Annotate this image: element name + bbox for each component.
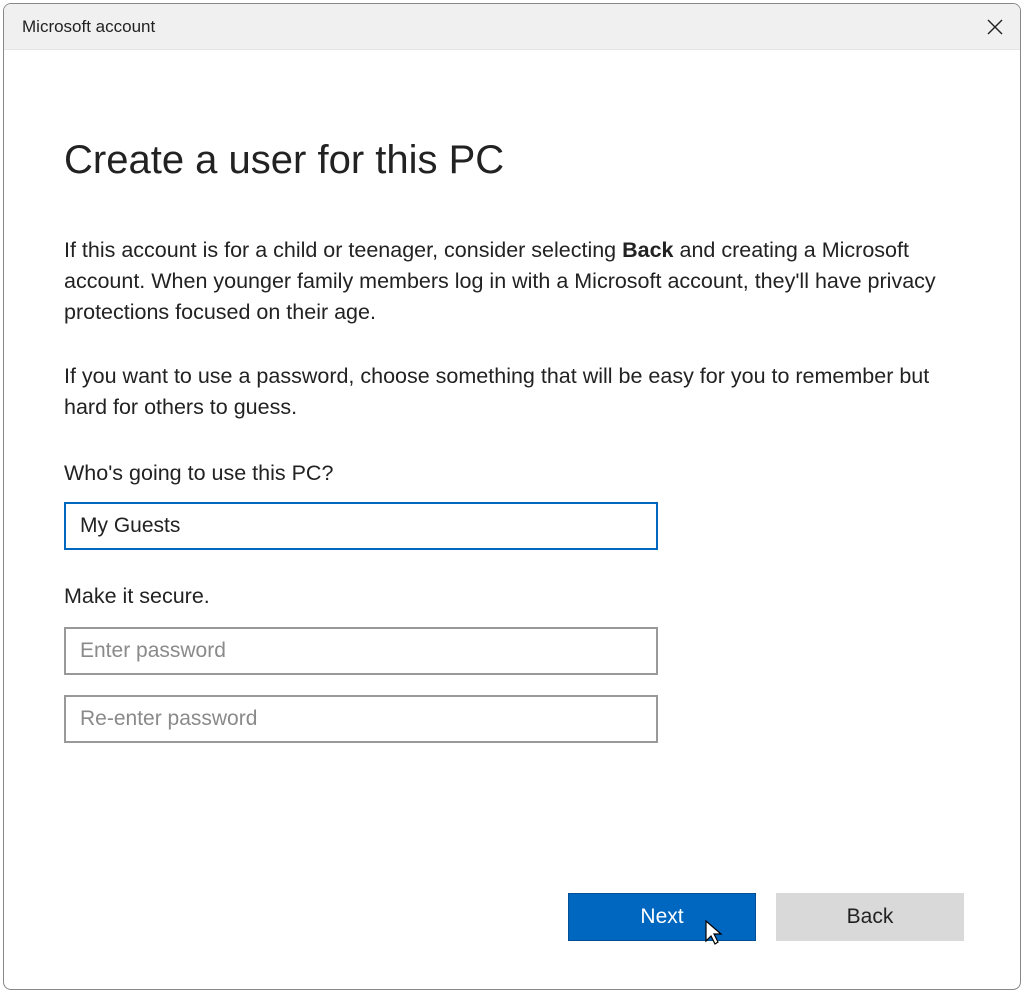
intro-paragraph: If this account is for a child or teenag… <box>64 235 960 329</box>
close-button[interactable] <box>970 4 1020 50</box>
dialog-window: Microsoft account Create a user for this… <box>3 3 1021 990</box>
confirm-password-input[interactable] <box>64 695 658 743</box>
intro-text-pre: If this account is for a child or teenag… <box>64 238 622 262</box>
dialog-content: Create a user for this PC If this accoun… <box>4 50 1020 989</box>
intro-text-bold: Back <box>622 238 673 262</box>
username-label: Who's going to use this PC? <box>64 461 960 486</box>
window-title: Microsoft account <box>22 17 155 37</box>
back-button[interactable]: Back <box>776 893 964 941</box>
page-heading: Create a user for this PC <box>64 138 960 183</box>
titlebar: Microsoft account <box>4 4 1020 50</box>
password-hint-paragraph: If you want to use a password, choose so… <box>64 361 960 423</box>
password-input[interactable] <box>64 627 658 675</box>
username-input[interactable] <box>64 502 658 550</box>
close-icon <box>987 19 1003 35</box>
button-row: Next Back <box>568 893 964 941</box>
next-button[interactable]: Next <box>568 893 756 941</box>
secure-label: Make it secure. <box>64 584 960 609</box>
